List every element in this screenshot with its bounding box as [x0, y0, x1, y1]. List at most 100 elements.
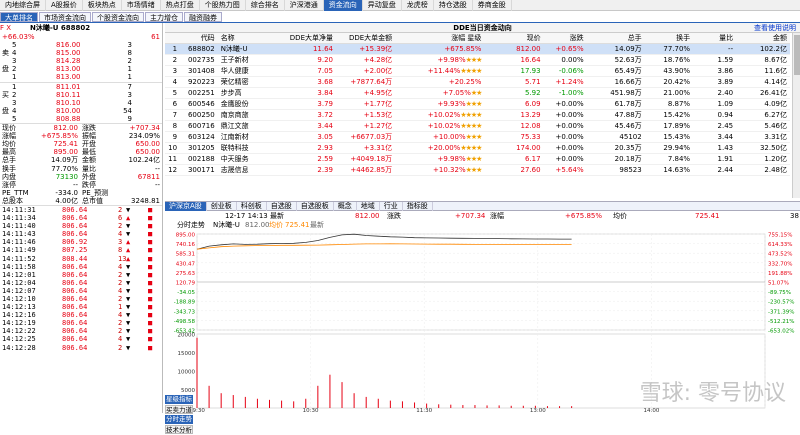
tick-price: 806.64	[62, 286, 88, 295]
dde-column-header[interactable]: 涨幅 星级	[395, 33, 485, 44]
dde-column-header[interactable]: 涨跌	[543, 33, 587, 44]
table-cell: 志晟信息	[217, 164, 272, 176]
table-row[interactable]: 9 603124 江南新材 3.05 +6677.03万 +10.00%★★★ 75.33 +…	[165, 131, 790, 143]
table-row[interactable]: 10 301205 联特科技 2.93 +3.31亿 +20.00%★★★★ 174.00 +…	[165, 142, 790, 154]
cell-value: 600716	[187, 122, 215, 130]
top-nav-tab[interactable]: 内地综合屏	[0, 0, 46, 11]
dde-column-header[interactable]: DDE大单金额	[336, 33, 396, 44]
table-row[interactable]: 3 301408 华人健康 7.05 +2.00亿 +11.44%★★★★ 17.93 -0.…	[165, 65, 790, 77]
table-row[interactable]: 12 300171 志晟信息 2.39 +4462.85万 +10.32%★★★ 27.60…	[165, 164, 790, 176]
top-nav-tab[interactable]: 板块热点	[83, 0, 122, 11]
top-nav-tab[interactable]: 市场情绪	[122, 0, 161, 11]
table-scrollbar[interactable]	[792, 33, 800, 198]
table-row[interactable]: 1 688802 N沐曦-U 11.64 +15.39亿 +675.85% 812.00 +0…	[165, 43, 790, 55]
top-nav-tab[interactable]: A股报价	[46, 0, 83, 11]
volume-tick: 20000	[178, 333, 196, 339]
cell-value: 3	[172, 67, 178, 75]
scrollbar-thumb[interactable]	[794, 35, 800, 75]
star-rating-icon: ★★★★	[460, 144, 482, 152]
chart-bottom-tab[interactable]: 星级指标	[165, 395, 193, 404]
tick-flag-icon: ■	[148, 319, 153, 328]
dde-column-header[interactable]: 名称	[217, 33, 272, 44]
filter-tab[interactable]: 指标股	[403, 202, 433, 211]
tick-price: 806.64	[62, 319, 88, 328]
sub-nav-tab[interactable]: 个股资金流向	[92, 12, 144, 22]
top-nav-tab[interactable]: 个股热力图	[200, 0, 246, 11]
volume-tick: 5000	[181, 388, 195, 394]
top-nav-tab[interactable]: 持仓选股	[434, 0, 473, 11]
filter-tab[interactable]: 创业板	[207, 202, 237, 211]
table-cell: +0.00%	[543, 98, 587, 110]
table-cell: 5.92	[484, 87, 544, 99]
cell-value: 0.94	[717, 111, 734, 119]
sub-nav-tab[interactable]: 融资融券	[184, 12, 222, 22]
table-row[interactable]: 8 600716 鼎江文旅 3.44 +1.27亿 +10.02%★★★★ 12.08 +0.…	[165, 120, 790, 132]
cell-value: 南京商旅	[220, 111, 249, 119]
star-rating-icon: ★★★	[465, 100, 483, 108]
cell-value: 20.42%	[663, 78, 691, 86]
filter-tab[interactable]: 概念	[334, 202, 357, 211]
table-cell: +4462.85万	[336, 164, 396, 176]
filter-tab[interactable]: 自选股	[267, 202, 297, 211]
help-link[interactable]: 查看使用说明	[754, 23, 796, 33]
table-cell: 3.86	[693, 65, 737, 77]
cell-value: 52.63万	[614, 56, 642, 64]
stock-name-code[interactable]: N沐曦-U 688802	[30, 23, 90, 33]
quote-value: 67811	[137, 172, 160, 181]
cell-value: 301205	[187, 144, 215, 152]
cell-value: +1.77亿	[363, 100, 393, 108]
table-cell: 47.88万	[586, 109, 645, 121]
tick-time: 14:12:04	[2, 278, 36, 287]
table-cell: 1	[165, 43, 181, 55]
dde-column-header[interactable]: 代码	[180, 33, 218, 44]
table-cell: 3	[165, 65, 181, 77]
sub-nav-tab[interactable]: 市场资金流向	[39, 12, 91, 22]
cell-value: 47.88万	[614, 111, 642, 119]
tick-time: 14:12:13	[2, 303, 36, 312]
dde-column-header[interactable]: 金额	[736, 33, 790, 44]
chart-bottom-tab[interactable]: 技术分析	[165, 425, 193, 434]
table-cell: 11.6亿	[736, 65, 790, 77]
table-cell: 21.00%	[644, 87, 694, 99]
filter-tab[interactable]: 地域	[357, 202, 380, 211]
top-nav-tab[interactable]: 热点打盘	[161, 0, 200, 11]
filter-tab[interactable]: 沪深京A股	[165, 202, 207, 211]
top-nav-tab[interactable]: 沪深港通	[285, 0, 324, 11]
cell-value: 5.71	[525, 78, 541, 86]
cell-value: +15.39亿	[359, 45, 393, 53]
dde-column-header[interactable]: 总手	[586, 33, 645, 44]
dde-column-header[interactable]: 换手	[644, 33, 694, 44]
tick-flag-icon: ■	[148, 295, 153, 303]
sub-nav-tab[interactable]: 主力增仓	[145, 12, 183, 22]
filter-tab[interactable]: 自选股板	[297, 202, 334, 211]
top-nav-tab[interactable]: 综合排名	[246, 0, 285, 11]
dde-column-header[interactable]: 量比	[693, 33, 737, 44]
top-nav-tab[interactable]: 异动复盘	[363, 0, 402, 11]
table-row[interactable]: 2 002735 王子新材 9.20 +4.28亿 +9.98%★★★ 16.64 0.00%…	[165, 54, 790, 66]
table-row[interactable]: 5 002251 步步高 3.84 +4.95亿 +7.05%★★ 5.92 -1.00% 45…	[165, 87, 790, 99]
table-row[interactable]: 4 920223 荣亿精密 3.68 +7877.64万 +20.25% 5.71 +1.24…	[165, 76, 790, 88]
dde-column-header[interactable]: 现价	[484, 33, 544, 44]
tick-flag-icon: ■	[148, 222, 153, 231]
table-row[interactable]: 11 002188 中天服务 2.59 +4049.18万 +9.98%★★★ 6.17 +0…	[165, 153, 790, 165]
chart-bottom-tab[interactable]: 分时走势	[165, 415, 193, 424]
top-nav-tab[interactable]: 资金流向	[323, 0, 363, 11]
filter-tab[interactable]: 行业	[380, 202, 403, 211]
pct-value: +675.85%	[444, 45, 482, 53]
dde-column-header[interactable]	[165, 33, 181, 44]
y-axis-tick-right: -371.39%	[768, 309, 794, 315]
tick-time: 14:11:52	[2, 254, 36, 263]
top-nav-tab[interactable]: 龙虎榜	[402, 0, 434, 11]
dde-header: DDE当日资金动向 查看使用说明	[165, 23, 800, 33]
dde-column-header[interactable]: DDE大单净量	[271, 33, 336, 44]
y-axis-tick-right: -230.57%	[768, 300, 794, 306]
sub-nav-tab[interactable]: 大单排名	[0, 12, 38, 22]
table-row[interactable]: 6 600546 金鹰股份 3.79 +1.77亿 +9.93%★★★ 6.09 +0.00%…	[165, 98, 790, 110]
top-nav-tab[interactable]: 券商金股	[473, 0, 512, 11]
table-row[interactable]: 7 600250 南京商旅 3.72 +1.53亿 +10.02%★★★★ 13.29 +0.…	[165, 109, 790, 121]
tick-direction-icon: ▲	[126, 254, 131, 263]
filter-tab[interactable]: 科创板	[237, 202, 267, 211]
table-cell: +1.27亿	[336, 120, 396, 132]
orderbook-volume: 9	[127, 114, 132, 123]
cell-value: 102.2亿	[759, 45, 787, 53]
